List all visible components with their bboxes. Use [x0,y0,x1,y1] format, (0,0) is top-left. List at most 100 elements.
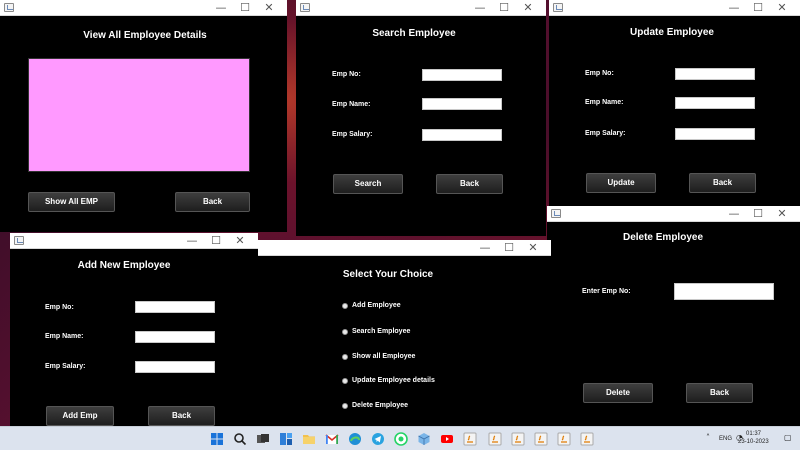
gmail-icon[interactable] [325,432,339,446]
radio-label: Search Employee [352,328,411,335]
search-emp-no-label: Emp No: [332,71,361,78]
update-emp-salary-input[interactable] [675,128,755,140]
taskbar: ˄ ENG ◔ 01:37 23-10-2023 ▢ [0,426,800,450]
radio-show-all-employee[interactable]: Show all Employee [342,353,415,360]
search-emp-salary-input[interactable] [422,129,502,141]
close-icon[interactable]: ✕ [516,0,540,16]
task-view-icon[interactable] [256,432,270,446]
delete-button[interactable]: Delete [583,383,653,403]
java-app-icon[interactable] [488,432,502,446]
search-employee-window: — ☐ ✕ Search Employee Emp No: Emp Name: … [296,0,546,236]
clock-time[interactable]: 01:37 [746,431,761,437]
minimize-icon[interactable]: — [722,206,746,222]
java-app-icon[interactable] [534,432,548,446]
add-emp-name-label: Emp Name: [45,333,84,340]
add-emp-salary-input[interactable] [135,361,215,373]
radio-label: Add Employee [352,302,401,309]
maximize-icon[interactable]: ☐ [233,0,257,16]
add-back-button[interactable]: Back [148,406,215,426]
search-back-button[interactable]: Back [436,174,503,194]
radio-button-icon[interactable] [342,328,348,335]
windows-start-icon[interactable] [210,432,224,446]
maximize-icon[interactable]: ☐ [497,240,521,256]
close-icon[interactable]: ✕ [228,233,252,249]
update-emp-name-input[interactable] [675,97,755,109]
notification-icon[interactable]: ▢ [784,433,792,442]
update-back-button[interactable]: Back [689,173,756,193]
box-icon[interactable] [417,432,431,446]
maximize-icon[interactable]: ☐ [492,0,516,16]
file-explorer-icon[interactable] [302,432,316,446]
add-emp-button[interactable]: Add Emp [46,406,114,426]
delete-employee-window: — ☐ ✕ Delete Employee Enter Emp No: Dele… [547,206,800,426]
language-indicator[interactable]: ENG [719,436,732,442]
java-app-icon [553,3,563,12]
search-window-title: Search Employee [372,28,456,39]
java-app-icon [14,236,24,245]
radio-button-icon[interactable] [342,302,348,309]
close-icon[interactable]: ✕ [521,240,545,256]
close-icon[interactable]: ✕ [257,0,281,16]
choice-window-title: Select Your Choice [342,269,434,280]
minimize-icon[interactable]: — [468,0,492,16]
delete-back-button[interactable]: Back [686,383,753,403]
update-emp-no-label: Emp No: [585,70,614,77]
java-app-icon [551,209,561,218]
edge-icon[interactable] [348,432,362,446]
search-emp-salary-label: Emp Salary: [332,131,373,138]
youtube-icon[interactable] [440,432,454,446]
maximize-icon[interactable]: ☐ [746,0,770,16]
update-button[interactable]: Update [586,173,656,193]
telegram-icon[interactable] [371,432,385,446]
update-emp-no-input[interactable] [675,68,755,80]
add-emp-name-input[interactable] [135,331,215,343]
radio-button-icon[interactable] [342,353,348,360]
clock-date[interactable]: 23-10-2023 [738,439,769,445]
add-emp-salary-label: Emp Salary: [45,363,86,370]
java-app-icon [4,3,14,12]
update-emp-salary-label: Emp Salary: [585,130,626,137]
java-app-icon[interactable] [557,432,571,446]
maximize-icon[interactable]: ☐ [204,233,228,249]
update-emp-name-label: Emp Name: [585,99,624,106]
close-icon[interactable]: ✕ [770,206,794,222]
search-emp-name-label: Emp Name: [332,101,371,108]
radio-search-employee[interactable]: Search Employee [342,328,410,335]
radio-label: Show all Employee [352,353,416,360]
delete-window-title: Delete Employee [622,232,704,243]
radio-label: Update Employee details [352,377,435,384]
delete-emp-no-label: Enter Emp No: [582,288,631,295]
view-window-titlebar: — ☐ ✕ [0,0,287,16]
minimize-icon[interactable]: — [180,233,204,249]
radio-label: Delete Employee [352,402,409,409]
search-icon[interactable] [233,432,247,446]
update-window-title: Update Employee [630,27,714,38]
search-button[interactable]: Search [333,174,403,194]
minimize-icon[interactable]: — [209,0,233,16]
widgets-icon[interactable] [279,432,293,446]
maximize-icon[interactable]: ☐ [746,206,770,222]
radio-button-icon[interactable] [342,402,348,409]
radio-button-icon[interactable] [342,377,348,384]
close-icon[interactable]: ✕ [770,0,794,16]
java-app-icon[interactable] [511,432,525,446]
radio-add-employee[interactable]: Add Employee [342,302,401,309]
minimize-icon[interactable]: — [722,0,746,16]
add-emp-no-input[interactable] [135,301,215,313]
radio-update-employee[interactable]: Update Employee details [342,377,435,384]
whatsapp-icon[interactable] [394,432,408,446]
java-app-icon[interactable] [463,432,477,446]
show-all-emp-button[interactable]: Show All EMP [28,192,115,212]
employee-display-panel [28,58,250,172]
radio-delete-employee[interactable]: Delete Employee [342,402,408,409]
search-emp-no-input[interactable] [422,69,502,81]
search-emp-name-input[interactable] [422,98,502,110]
view-employees-window: — ☐ ✕ View All Employee Details Show All… [0,0,287,232]
show-hidden-icons-icon[interactable]: ˄ [706,433,710,442]
delete-emp-no-input[interactable] [674,283,774,300]
view-back-button[interactable]: Back [175,192,250,212]
update-window-titlebar: — ☐ ✕ [549,0,800,16]
java-app-icon[interactable] [580,432,594,446]
minimize-icon[interactable]: — [473,240,497,256]
delete-window-titlebar: — ☐ ✕ [547,206,800,222]
